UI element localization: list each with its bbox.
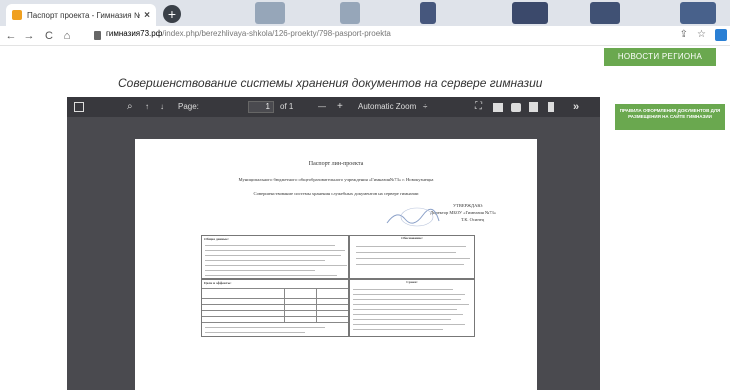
general-data-heading: Общие данные: <box>204 237 229 241</box>
news-region-button[interactable]: НОВОСТИ РЕГИОНА <box>604 48 716 66</box>
share-icon[interactable]: ⇪ <box>680 29 688 40</box>
page-count: of 1 <box>280 102 294 111</box>
blurred-tab[interactable] <box>512 2 548 24</box>
timeline-block: Сроки: <box>349 279 475 337</box>
browser-tab-bar: Паспорт проекта - Гимназия № × + <box>0 0 730 26</box>
zoom-out-button[interactable]: — <box>318 101 326 113</box>
forward-icon[interactable]: → <box>22 28 36 44</box>
print-icon[interactable] <box>511 103 521 112</box>
justification-block: Обоснование: <box>349 235 475 279</box>
browser-tab-active[interactable]: Паспорт проекта - Гимназия № × <box>6 4 156 26</box>
zoom-select[interactable]: Automatic Zoom <box>358 101 416 113</box>
blurred-tab[interactable] <box>680 2 716 24</box>
blurred-tab[interactable] <box>255 2 285 24</box>
pdf-viewer: ⌕ ↑ ↓ Page: 1 of 1 — + Automatic Zoom ÷ … <box>67 97 600 390</box>
previous-page-icon[interactable]: ↑ <box>145 101 149 113</box>
pdf-toolbar: ⌕ ↑ ↓ Page: 1 of 1 — + Automatic Zoom ÷ … <box>67 97 600 117</box>
url-field[interactable]: гимназия73.рф/index.php/berezhlivaya-shk… <box>106 29 391 38</box>
next-page-icon[interactable]: ↓ <box>160 101 164 113</box>
url-path: /index.php/berezhlivaya-shkola/126-proek… <box>162 29 391 38</box>
signature-stamp <box>386 207 440 227</box>
tools-more-button[interactable]: » <box>573 101 579 113</box>
pdf-page: Паспорт лин-проекта Муниципального бюдже… <box>135 139 537 390</box>
document-topic: Совершенствование системы хранения служе… <box>253 191 419 196</box>
zoom-in-button[interactable]: + <box>337 101 343 113</box>
home-icon[interactable]: ⌂ <box>60 28 74 44</box>
justification-heading: Обоснование: <box>401 236 423 240</box>
search-icon[interactable]: ⌕ <box>127 101 133 113</box>
url-domain: гимназия73.рф <box>106 29 163 38</box>
presentation-mode-icon[interactable]: ⛶ <box>475 101 482 113</box>
download-icon[interactable] <box>529 102 538 112</box>
open-file-icon[interactable] <box>493 103 503 112</box>
star-icon[interactable]: ☆ <box>697 29 706 40</box>
new-tab-button[interactable]: + <box>163 5 181 23</box>
document-title: Паспорт лин-проекта <box>308 161 364 167</box>
back-icon[interactable]: ← <box>4 28 18 44</box>
site-favicon-icon <box>12 10 22 20</box>
page-title: Совершенствование системы хранения докум… <box>118 76 543 90</box>
page-label: Page: <box>178 102 199 111</box>
approval-heading: УТВЕРЖДАЮ: <box>453 203 484 208</box>
timeline-heading: Сроки: <box>406 280 418 284</box>
page-number-input[interactable]: 1 <box>248 101 274 113</box>
tab-close-icon[interactable]: × <box>144 10 150 21</box>
blurred-tab[interactable] <box>420 2 436 24</box>
tab-title: Паспорт проекта - Гимназия № <box>27 10 141 20</box>
approval-name: Т.К. Осинец <box>461 217 485 222</box>
lock-icon[interactable] <box>94 31 101 40</box>
goals-table: Цели и эффекты: <box>201 279 349 337</box>
sidebar-toggle-icon[interactable] <box>74 102 84 112</box>
general-data-block: Общие данные: <box>201 235 349 279</box>
blurred-tab[interactable] <box>590 2 620 24</box>
address-bar-row: ← → C ⌂ гимназия73.рф/index.php/berezhli… <box>0 26 730 46</box>
rules-banner[interactable]: ПРАВИЛА ОФОРМЛЕНИЯ ДОКУМЕНТОВ ДЛЯ РАЗМЕЩ… <box>615 104 725 130</box>
blurred-tab[interactable] <box>340 2 360 24</box>
document-organization: Муниципального бюджетного общеобразовате… <box>238 177 434 182</box>
reload-icon[interactable]: C <box>42 28 56 44</box>
extension-icon[interactable] <box>715 29 727 41</box>
zoom-dropdown-icon[interactable]: ÷ <box>423 101 427 113</box>
goals-heading: Цели и эффекты: <box>204 281 232 285</box>
bookmark-icon[interactable] <box>548 102 554 112</box>
